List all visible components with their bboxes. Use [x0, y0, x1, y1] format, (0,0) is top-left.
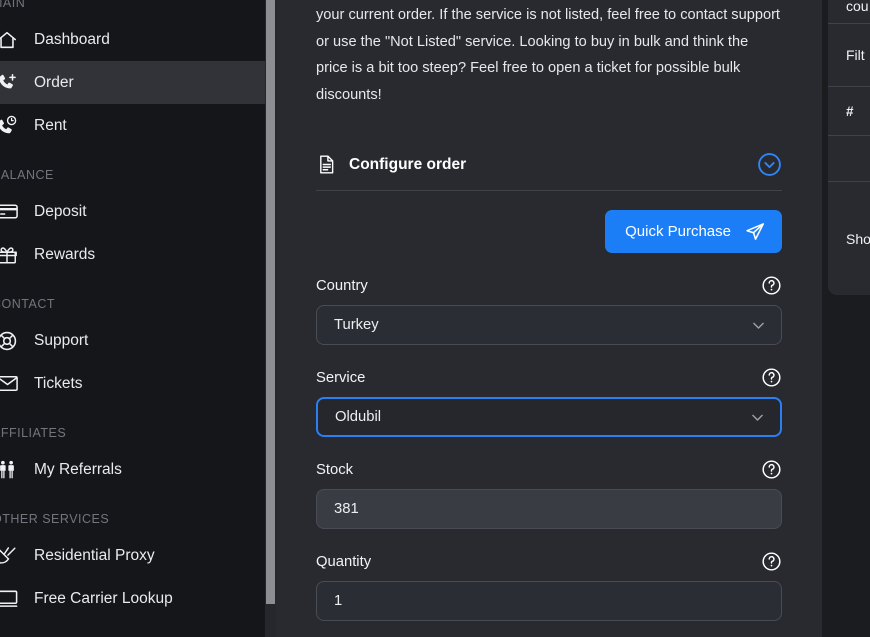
stock-field: 381 — [316, 489, 782, 529]
order-intro-text: your current order. If the service is no… — [316, 7, 780, 103]
right-panel-row-showing: Sho — [846, 230, 870, 247]
right-panel-row-count: cou — [828, 0, 870, 24]
quick-purchase-button[interactable]: Quick Purchase — [605, 210, 782, 253]
home-icon — [0, 29, 24, 51]
lifebuoy-icon — [0, 330, 24, 352]
gift-icon — [0, 244, 24, 266]
sidebar-scrollbar-thumb[interactable] — [266, 0, 275, 604]
chevron-down-icon — [749, 409, 766, 426]
sidebar-item-label: My Referrals — [34, 460, 122, 478]
country-label-row: Country — [316, 275, 782, 296]
sidebar-item-my-referrals[interactable]: My Referrals — [0, 448, 265, 491]
sidebar-item-tickets[interactable]: Tickets — [0, 362, 265, 405]
quantity-label-row: Quantity — [316, 551, 782, 572]
sidebar-item-label: Deposit — [34, 202, 87, 220]
sidebar-section-main: MAIN — [0, 0, 26, 10]
document-icon — [316, 154, 337, 175]
quick-purchase-row: Quick Purchase — [316, 210, 782, 253]
people-icon — [0, 459, 24, 481]
service-label-row: Service — [316, 367, 782, 388]
credit-card-icon — [0, 200, 24, 223]
envelope-icon — [0, 372, 24, 395]
sidebar-item-label: Support — [34, 331, 89, 349]
sidebar-item-dashboard[interactable]: Dashboard — [0, 18, 265, 61]
stock-label: Stock — [316, 461, 354, 478]
phone-clock-icon — [0, 115, 24, 137]
right-panel-row-empty — [828, 136, 870, 182]
country-select[interactable]: Turkey — [316, 305, 782, 345]
chevron-down-circle-icon[interactable] — [757, 152, 782, 177]
monitor-icon — [0, 587, 24, 610]
right-side-panel: cou Filt # Sho — [828, 0, 870, 295]
sidebar-section-tools: TOOLS — [0, 633, 265, 637]
stock-label-row: Stock — [316, 459, 782, 480]
paper-plane-icon — [744, 221, 766, 243]
sidebar-item-label: Order — [34, 73, 74, 91]
sidebar-item-label: Free Carrier Lookup — [34, 589, 173, 607]
question-circle-icon[interactable] — [761, 275, 782, 296]
sidebar-item-order[interactable]: Order — [0, 61, 265, 104]
sidebar-item-rewards[interactable]: Rewards — [0, 233, 265, 276]
question-circle-icon[interactable] — [761, 367, 782, 388]
sidebar-section-balance: BALANCE — [0, 168, 54, 182]
quantity-value: 1 — [334, 593, 343, 609]
configure-order-title: Configure order — [349, 155, 467, 173]
sidebar-section-other-services: OTHER SERVICES — [0, 512, 110, 526]
country-label: Country — [316, 277, 368, 294]
country-value: Turkey — [334, 317, 379, 333]
sidebar-item-deposit[interactable]: Deposit — [0, 190, 265, 233]
sidebar-item-label: Rewards — [34, 245, 96, 263]
service-value: Oldubil — [335, 409, 382, 425]
right-panel-row-filter[interactable]: Filt — [828, 24, 870, 87]
question-circle-icon[interactable] — [761, 459, 782, 480]
satellite-dish-icon — [0, 545, 24, 567]
phone-plus-icon — [0, 72, 24, 94]
sidebar-item-rent[interactable]: Rent — [0, 104, 265, 147]
quantity-label: Quantity — [316, 553, 372, 570]
sidebar-item-support[interactable]: Support — [0, 319, 265, 362]
sidebar-item-label: Residential Proxy — [34, 546, 155, 564]
stock-value: 381 — [334, 501, 359, 517]
sidebar: MAIN Dashboard Order Rent BALANCE — [0, 0, 265, 637]
configure-order-header[interactable]: Configure order — [316, 152, 782, 191]
sidebar-item-free-carrier-lookup[interactable]: Free Carrier Lookup — [0, 577, 265, 620]
quantity-input[interactable]: 1 — [316, 581, 782, 621]
question-circle-icon[interactable] — [761, 551, 782, 572]
quick-purchase-label: Quick Purchase — [625, 223, 731, 240]
chevron-down-icon — [750, 317, 767, 334]
sidebar-item-label: Dashboard — [34, 30, 110, 48]
sidebar-item-label: Tickets — [34, 374, 83, 392]
right-panel-column-header-number: # — [828, 87, 870, 136]
sidebar-item-residential-proxy[interactable]: Residential Proxy — [0, 534, 265, 577]
app-root: MAIN Dashboard Order Rent BALANCE — [0, 0, 870, 637]
sidebar-section-contact: CONTACT — [0, 297, 55, 311]
main-content: your current order. If the service is no… — [276, 0, 822, 637]
sidebar-section-affiliates: AFFILIATES — [0, 426, 67, 440]
sidebar-item-label: Rent — [34, 116, 67, 134]
service-select[interactable]: Oldubil — [316, 397, 782, 437]
service-label: Service — [316, 369, 366, 386]
